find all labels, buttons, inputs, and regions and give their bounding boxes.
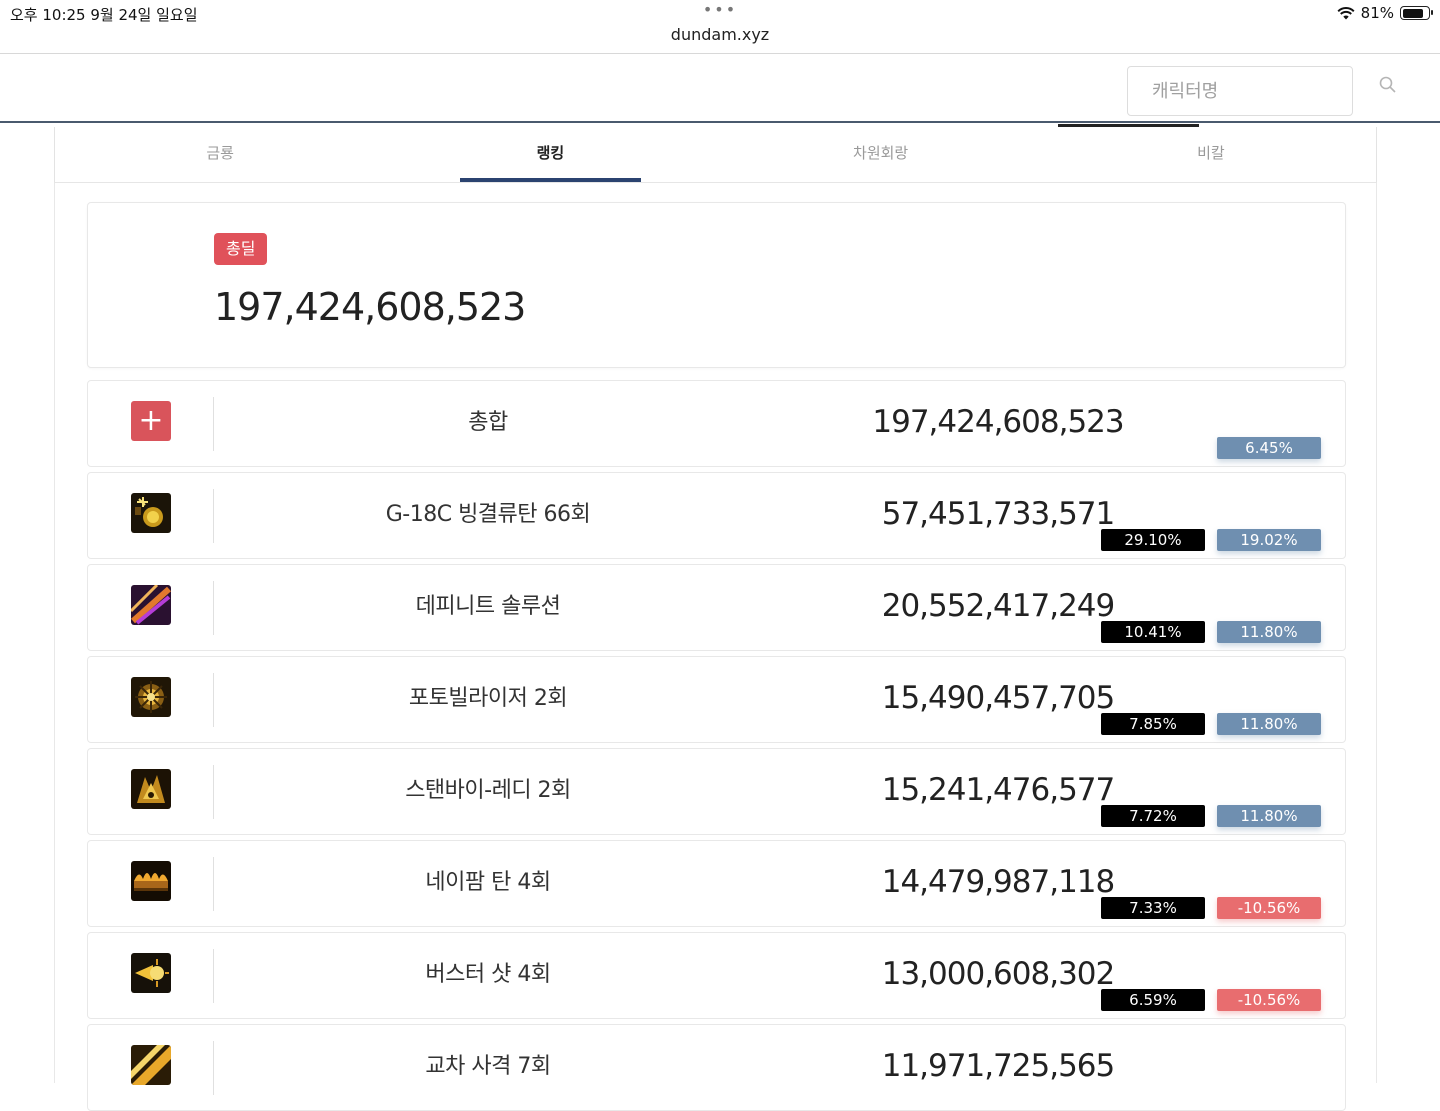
change-percent: 11.80% [1217, 713, 1321, 735]
skill-damage: 11,971,725,565 [881, 1048, 1116, 1084]
buster-shot-icon [131, 953, 171, 993]
skill-name: 포토빌라이저 2회 [408, 686, 568, 711]
skill-row-total[interactable]: + 총합 197,424,608,523 6.45% [87, 380, 1346, 467]
total-damage-value: 197,424,608,523 [214, 285, 526, 329]
skill-row[interactable]: 버스터 샷 4회 13,000,608,302 6.59% -10.56% [87, 932, 1346, 1019]
skill-row[interactable]: 스탠바이-레디 2회 15,241,476,577 7.72% 11.80% [87, 748, 1346, 835]
change-percent: 11.80% [1217, 621, 1321, 643]
row-divider [213, 1041, 214, 1095]
napalm-icon [131, 861, 171, 901]
share-percent: 29.10% [1101, 529, 1205, 551]
tab-geumryong[interactable]: 금룡 [55, 127, 385, 182]
skill-name: 교차 사격 7회 [425, 1054, 551, 1079]
skill-name: 데피니트 솔루션 [415, 594, 561, 619]
share-percent: 7.85% [1101, 713, 1205, 735]
search-icon[interactable] [1378, 75, 1398, 95]
skill-name: 스탠바이-레디 2회 [405, 778, 571, 803]
row-divider [213, 949, 214, 1003]
total-damage-badge: 총딜 [214, 233, 268, 265]
row-divider [213, 581, 214, 635]
skill-row[interactable]: 교차 사격 7회 11,971,725,565 [87, 1024, 1346, 1111]
change-percent: 11.80% [1217, 805, 1321, 827]
skill-row[interactable]: 포토빌라이저 2회 15,490,457,705 7.85% 11.80% [87, 656, 1346, 743]
more-dots-icon[interactable]: ••• [0, 0, 1440, 19]
change-percent: 19.02% [1217, 529, 1321, 551]
crossfire-icon [131, 1045, 171, 1085]
change-percent: -10.56% [1217, 897, 1321, 919]
skill-row[interactable]: G-18C 빙결류탄 66회 57,451,733,571 29.10% 19.… [87, 472, 1346, 559]
character-search-input[interactable] [1127, 66, 1353, 116]
total-damage-card: 총딜 197,424,608,523 [87, 202, 1346, 368]
photobilizer-icon [131, 677, 171, 717]
tab-ranking[interactable]: 랭킹 [385, 127, 715, 182]
skill-name: G-18C 빙결류탄 66회 [385, 502, 591, 527]
row-divider [213, 397, 214, 451]
share-percent: 7.33% [1101, 897, 1205, 919]
row-divider [213, 673, 214, 727]
status-bar: 오후 10:25 9월 24일 일요일 ••• dundam.xyz 81% [0, 0, 1440, 54]
standby-ready-icon [131, 769, 171, 809]
share-percent: 6.59% [1101, 989, 1205, 1011]
skill-row[interactable]: 네이팜 탄 4회 14,479,987,118 7.33% -10.56% [87, 840, 1346, 927]
tab-bar: 금룡 랭킹 차원회랑 비칼 [54, 127, 1377, 183]
row-divider [213, 489, 214, 543]
battery-icon [1400, 6, 1433, 20]
share-percent: 10.41% [1101, 621, 1205, 643]
row-divider [213, 857, 214, 911]
tab-dimension-corridor[interactable]: 차원회랑 [716, 127, 1046, 182]
wifi-icon [1337, 7, 1355, 20]
change-percent: 6.45% [1217, 437, 1321, 459]
address-url[interactable]: dundam.xyz [0, 25, 1440, 44]
status-indicators: 81% [1337, 4, 1433, 22]
share-percent: 7.72% [1101, 805, 1205, 827]
change-percent: -10.56% [1217, 989, 1321, 1011]
skill-name: 버스터 샷 4회 [425, 962, 551, 987]
site-header [0, 55, 1440, 123]
definite-solution-icon [131, 585, 171, 625]
skill-name: 네이팜 탄 4회 [425, 870, 551, 895]
gatling-bullet-icon [131, 493, 171, 533]
skill-damage: 197,424,608,523 [872, 404, 1124, 440]
plus-icon[interactable]: + [131, 401, 171, 441]
battery-percent: 81% [1360, 4, 1394, 22]
tab-bical[interactable]: 비칼 [1046, 127, 1376, 182]
row-divider [213, 765, 214, 819]
skill-name: 총합 [468, 410, 508, 435]
skill-row[interactable]: 데피니트 솔루션 20,552,417,249 10.41% 11.80% [87, 564, 1346, 651]
